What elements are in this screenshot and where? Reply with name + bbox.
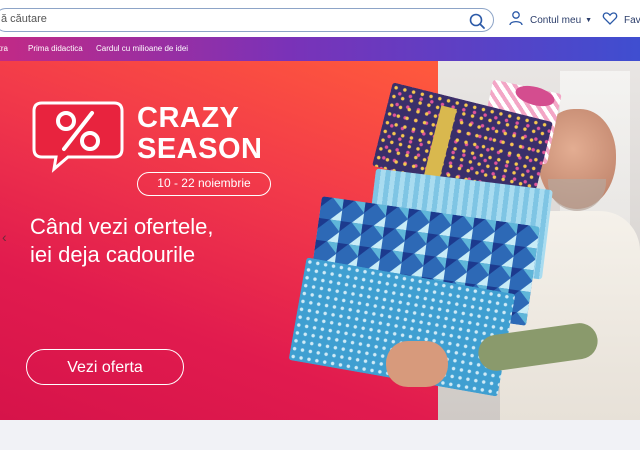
dates-pill: 10 - 22 noiembrie [137, 172, 271, 196]
search-bar[interactable]: ă căutare [0, 8, 494, 32]
vezi-oferta-button[interactable]: Vezi oferta [26, 349, 184, 385]
user-icon [508, 10, 524, 31]
hero-title: CRAZY SEASON [137, 103, 262, 165]
nav-item-1[interactable]: rtra [0, 44, 8, 53]
hero-title-line2: SEASON [137, 133, 263, 165]
nav-item-cardul[interactable]: Cardul cu milioane de idei [96, 44, 188, 53]
page-background [0, 420, 640, 450]
search-input[interactable]: ă căutare [1, 13, 47, 25]
headline-line1: Când vezi ofertele, [30, 214, 214, 239]
top-header: ă căutare Contul meu ▼ Favo [0, 0, 640, 37]
hero-headline: Când vezi ofertele, iei deja cadourile [30, 213, 213, 269]
category-nav: rtra Prima didactica Cardul cu milioane … [0, 37, 640, 61]
search-icon[interactable] [467, 11, 487, 31]
account-label: Contul meu [530, 14, 582, 26]
favorites-link[interactable]: Favo [602, 10, 640, 30]
heart-icon [602, 10, 618, 31]
hero-title-line1: CRAZY [137, 102, 240, 134]
headline-line2: iei deja cadourile [30, 242, 196, 267]
hero-banner[interactable]: CRAZY SEASON 10 - 22 noiembrie Când vezi… [0, 61, 640, 420]
account-menu[interactable]: Contul meu ▼ [508, 10, 592, 30]
favorites-label: Favo [624, 14, 640, 26]
percent-badge-icon [28, 97, 126, 173]
nav-item-prima-didactica[interactable]: Prima didactica [28, 44, 83, 53]
chevron-down-icon: ▼ [585, 16, 593, 24]
man-hand [386, 341, 448, 387]
chevron-left-icon[interactable]: ‹ [2, 229, 7, 245]
